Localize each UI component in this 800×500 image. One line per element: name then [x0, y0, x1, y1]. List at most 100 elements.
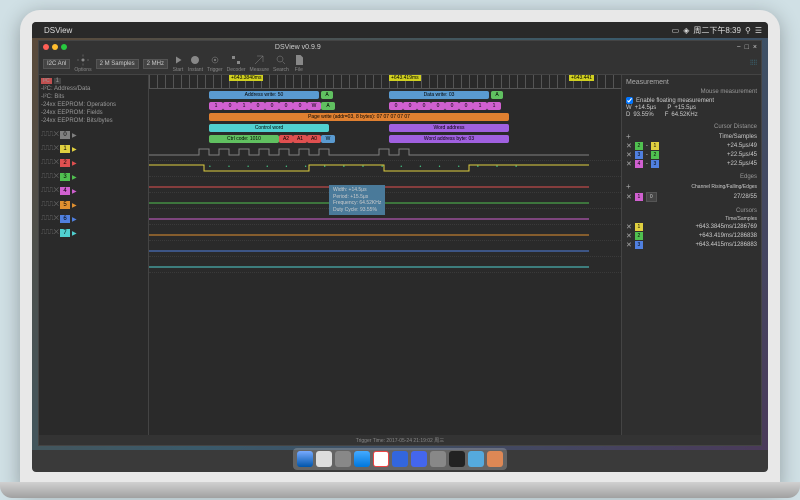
channel-label[interactable]: ⎍⎍⎍ ✕6▶	[41, 215, 146, 223]
start-button[interactable]: Start	[172, 54, 184, 73]
dock-app-icon[interactable]	[487, 451, 503, 467]
decode-segment[interactable]: A1	[293, 135, 307, 143]
decode-segment[interactable]: A0	[307, 135, 321, 143]
appstore-icon[interactable]	[411, 451, 427, 467]
channel-label[interactable]: ⎍⎍⎍ ✕5▶	[41, 201, 146, 209]
remove-button[interactable]: ✕	[626, 151, 632, 159]
decode-segment[interactable]: 0	[279, 102, 293, 110]
decode-segment[interactable]: 0	[265, 102, 279, 110]
remove-button[interactable]: ✕	[626, 232, 632, 240]
channel-select[interactable]: 0	[646, 192, 657, 202]
win-max-icon[interactable]: □	[745, 44, 749, 51]
decode-segment[interactable]: Page write (addr=03, 8 bytes): 07 07 07 …	[209, 113, 509, 121]
channel-label[interactable]: ⎍⎍⎍ ✕7▶	[41, 229, 146, 237]
battery-icon[interactable]: ▭	[672, 26, 680, 35]
decode-segment[interactable]: Control word	[209, 124, 329, 132]
win-min-icon[interactable]: −	[737, 44, 741, 51]
channel-label[interactable]: ⎍⎍⎍ ✕1▶	[41, 145, 146, 153]
decode-segment[interactable]: 1	[209, 102, 223, 110]
device-select[interactable]: I2C Anl	[43, 59, 70, 69]
decode-segment[interactable]: W	[307, 102, 321, 110]
decoder-row[interactable]: -I²C: Address/Data	[41, 85, 146, 93]
decode-segment[interactable]: 0	[417, 102, 431, 110]
channel-label[interactable]: ⎍⎍⎍ ✕2▶	[41, 159, 146, 167]
signal-lane[interactable]	[149, 257, 621, 273]
decode-segment[interactable]: A	[321, 102, 335, 110]
decode-segment[interactable]: 0	[459, 102, 473, 110]
signal-lane[interactable]	[149, 225, 621, 241]
options-button[interactable]: Options	[74, 54, 91, 73]
app-name[interactable]: DSView	[44, 26, 72, 35]
samples-select[interactable]: 2 M Samples	[96, 59, 139, 69]
dsview-icon[interactable]	[468, 451, 484, 467]
decoder-row[interactable]: -24xx EEPROM: Bits/bytes	[41, 117, 146, 125]
decode-segment[interactable]: 0	[389, 102, 403, 110]
decode-segment[interactable]: A	[321, 91, 333, 99]
dock-app-icon[interactable]	[335, 451, 351, 467]
decode-segment[interactable]: W	[321, 135, 335, 143]
file-button[interactable]: File	[293, 54, 305, 73]
enable-floating-checkbox[interactable]	[626, 97, 633, 104]
decode-segment[interactable]: 0	[293, 102, 307, 110]
remove-button[interactable]: ✕	[626, 142, 632, 150]
channel-label[interactable]: ⎍⎍⎍ ✕4▶	[41, 187, 146, 195]
decode-segment[interactable]: 1	[487, 102, 501, 110]
decoder-row[interactable]: -24xx EEPROM: Fields	[41, 109, 146, 117]
decode-segment[interactable]: 1	[473, 102, 487, 110]
search-icon[interactable]: ⚲	[745, 26, 751, 35]
decode-segment[interactable]: A	[491, 91, 503, 99]
decoder-button[interactable]: Decoder	[227, 54, 246, 73]
calendar-icon[interactable]	[373, 451, 389, 467]
clock[interactable]: 周二下午8:39	[693, 25, 741, 36]
instant-button[interactable]: Instant	[188, 54, 203, 73]
decode-segment[interactable]: A2	[279, 135, 293, 143]
decode-segment[interactable]: 0	[403, 102, 417, 110]
wifi-icon[interactable]: ◈	[683, 26, 689, 35]
search-button[interactable]: Search	[273, 54, 289, 73]
add-button[interactable]: +	[626, 132, 631, 141]
time-marker[interactable]: +643.441	[569, 75, 594, 81]
time-ruler[interactable]: +643.3840ms +643.419ms +643.441	[149, 75, 621, 89]
decode-segment[interactable]: 0	[431, 102, 445, 110]
decoder-row[interactable]: -I²C: Bits	[41, 93, 146, 101]
time-marker[interactable]: +643.419ms	[389, 75, 421, 81]
window-title: DSView v0.9.9	[275, 44, 321, 51]
rate-select[interactable]: 2 MHz	[143, 59, 168, 69]
waveform-area[interactable]: +643.3840ms +643.419ms +643.441 Address wr…	[149, 75, 621, 435]
decode-segment[interactable]: 0	[223, 102, 237, 110]
win-close-icon[interactable]: ×	[753, 44, 757, 51]
menu-icon[interactable]: ☰	[755, 26, 762, 35]
close-icon[interactable]	[43, 44, 49, 50]
decode-segment[interactable]: 1	[237, 102, 251, 110]
safari-icon[interactable]	[354, 451, 370, 467]
measure-button[interactable]: Measure	[250, 54, 269, 73]
trigger-button[interactable]: Trigger	[207, 54, 223, 73]
decode-segment[interactable]: Word address	[389, 124, 509, 132]
decode-segment[interactable]: 0	[445, 102, 459, 110]
remove-button[interactable]: ✕	[626, 223, 632, 231]
signal-lane[interactable]	[149, 145, 621, 161]
settings-icon[interactable]	[430, 451, 446, 467]
decode-segment[interactable]: 0	[251, 102, 265, 110]
signal-lane[interactable]	[149, 241, 621, 257]
dock-app-icon[interactable]	[392, 451, 408, 467]
remove-button[interactable]: ✕	[626, 241, 632, 249]
add-button[interactable]: +	[626, 182, 631, 191]
laptop-frame: DSView ▭ ◈ 周二下午8:39 ⚲ ☰ DSView v0.9.9 − …	[20, 10, 780, 490]
remove-button[interactable]: ✕	[626, 160, 632, 168]
decode-segment[interactable]: Word address byte: 03	[389, 135, 509, 143]
remove-button[interactable]: ✕	[626, 193, 632, 201]
signal-lane[interactable]: • • • • • • • • • • • • • • • • •	[149, 161, 621, 177]
decoder-row[interactable]: -24xx EEPROM: Operations	[41, 101, 146, 109]
decode-segment[interactable]: Address write: 50	[209, 91, 319, 99]
decode-segment[interactable]: Data write: 03	[389, 91, 489, 99]
channel-label[interactable]: ⎍⎍⎍ ✕3▶	[41, 173, 146, 181]
minimize-icon[interactable]	[52, 44, 58, 50]
dock-app-icon[interactable]	[316, 451, 332, 467]
decode-segment[interactable]: Ctrl code: 1010	[209, 135, 279, 143]
finder-icon[interactable]	[297, 451, 313, 467]
time-marker[interactable]: +643.3840ms	[229, 75, 263, 81]
maximize-icon[interactable]	[61, 44, 67, 50]
terminal-icon[interactable]	[449, 451, 465, 467]
channel-label[interactable]: ⎍⎍⎍ ✕0▶	[41, 131, 146, 139]
